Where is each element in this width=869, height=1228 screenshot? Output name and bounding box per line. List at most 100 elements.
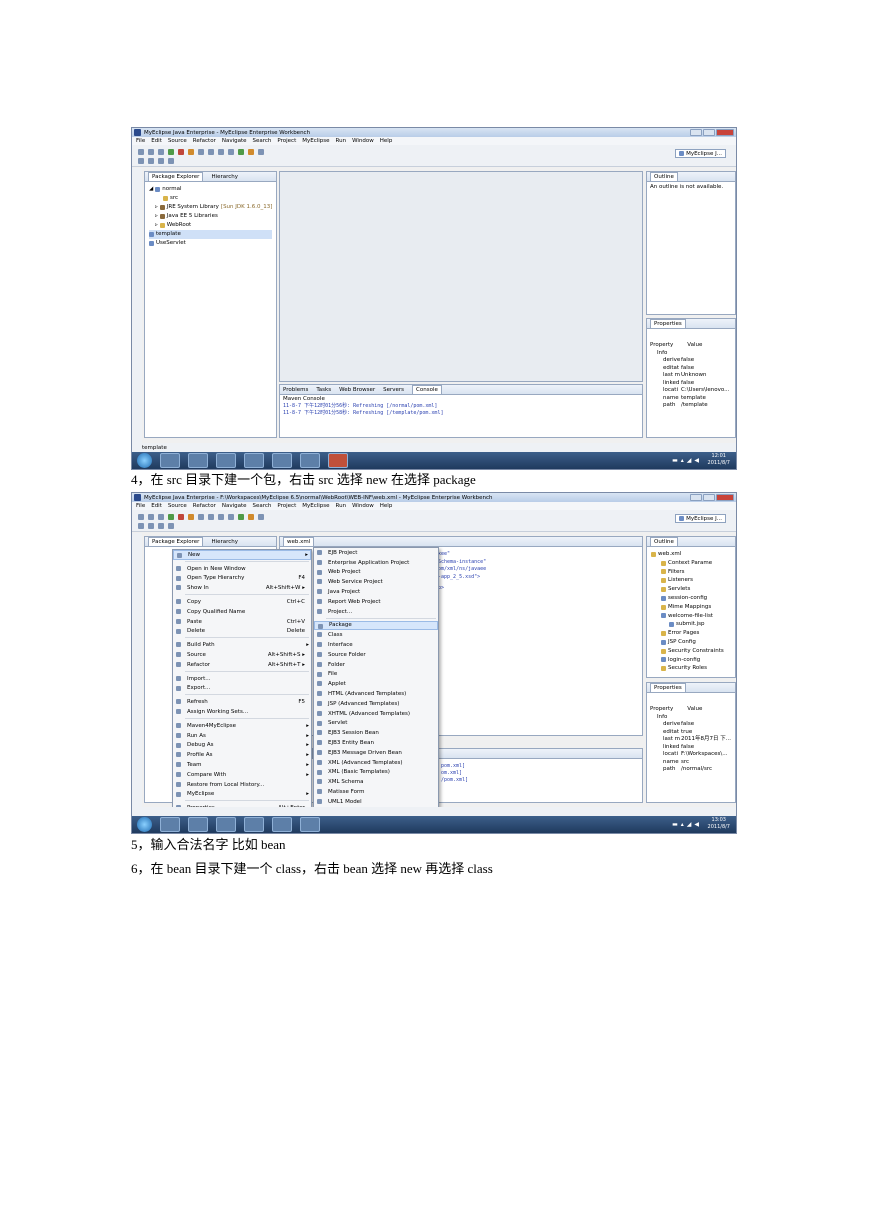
menu-item-java-project[interactable]: Java Project <box>314 587 438 597</box>
menu-item-xml-basic-templates[interactable]: XML (Basic Templates) <box>314 768 438 778</box>
menu-window[interactable]: Window <box>352 138 374 144</box>
menu-item-file[interactable]: File <box>314 670 438 680</box>
menu-item-xml-schema[interactable]: XML Schema <box>314 777 438 787</box>
debug-icon[interactable] <box>178 149 184 155</box>
menu-item-assign-working-sets[interactable]: Assign Working Sets... <box>173 707 311 717</box>
app-taskbar-icon[interactable] <box>272 817 292 832</box>
menu-source[interactable]: Source <box>168 503 187 509</box>
deploy-icon[interactable] <box>188 149 194 155</box>
close-button[interactable] <box>716 129 734 136</box>
server-icon[interactable] <box>198 149 204 155</box>
explorer-taskbar-icon[interactable] <box>188 817 208 832</box>
external-tools-icon[interactable] <box>248 514 254 520</box>
tree-item-webroot[interactable]: ▹ WebRoot <box>149 221 272 230</box>
tree-item-javaee[interactable]: ▹ Java EE 5 Libraries <box>149 212 272 221</box>
menu-item-xhtml-advanced-templates[interactable]: XHTML (Advanced Templates) <box>314 709 438 719</box>
outline-item[interactable]: Context Parame <box>651 559 731 568</box>
menu-item-web-project[interactable]: Web Project <box>314 568 438 578</box>
menu-navigate[interactable]: Navigate <box>222 503 247 509</box>
tree-item-src[interactable]: src <box>149 194 272 203</box>
menu-item-package[interactable]: Package <box>314 620 438 631</box>
menu-item-refactor[interactable]: Refactor Alt+Shift+T ▸ <box>173 660 311 670</box>
menu-item-ejb3-entity-bean[interactable]: EJB3 Entity Bean <box>314 738 438 748</box>
menu-item-web-service-project[interactable]: Web Service Project <box>314 577 438 587</box>
outline-item[interactable]: Filters <box>651 568 731 577</box>
new-class-icon[interactable] <box>218 149 224 155</box>
tab-outline[interactable]: Outline <box>650 172 678 181</box>
menu-item-open-in-new-window[interactable]: Open in New Window <box>173 564 311 574</box>
perspective-switcher[interactable]: MyEclipse J... <box>675 149 726 158</box>
menu-item-enterprise-application-project[interactable]: Enterprise Application Project <box>314 558 438 568</box>
run-icon[interactable] <box>168 149 174 155</box>
menu-item-team[interactable]: Team ▸ <box>173 760 311 770</box>
outline-item[interactable]: session-config <box>651 594 731 603</box>
tab-outline[interactable]: Outline <box>650 537 678 546</box>
maximize-button[interactable] <box>703 129 715 136</box>
menu-item-html-advanced-templates[interactable]: HTML (Advanced Templates) <box>314 689 438 699</box>
outline-item[interactable]: login-config <box>651 656 731 665</box>
server-icon[interactable] <box>198 514 204 520</box>
word-taskbar-icon[interactable] <box>216 453 236 468</box>
menu-item-copy[interactable]: Copy Ctrl+C <box>173 597 311 607</box>
new-class-icon[interactable] <box>218 514 224 520</box>
outline-item[interactable]: Error Pages <box>651 629 731 638</box>
menu-help[interactable]: Help <box>380 503 393 509</box>
save-icon[interactable] <box>148 514 154 520</box>
tab-web-browser[interactable]: Web Browser <box>339 387 375 393</box>
menu-project[interactable]: Project <box>277 138 296 144</box>
menu-item-ejb-project[interactable]: EJB Project <box>314 548 438 558</box>
start-button[interactable] <box>137 817 152 832</box>
menu-item-restore-from-local-history[interactable]: Restore from Local History... <box>173 780 311 790</box>
menu-help[interactable]: Help <box>380 138 393 144</box>
tab-package-explorer[interactable]: Package Explorer <box>148 537 204 546</box>
new-icon[interactable] <box>138 514 144 520</box>
open-type-icon[interactable] <box>228 514 234 520</box>
outline-item[interactable]: submit.jsp <box>651 620 731 629</box>
run-last-icon[interactable] <box>238 149 244 155</box>
tab-web-xml[interactable]: web.xml <box>283 537 315 546</box>
menu-edit[interactable]: Edit <box>151 503 162 509</box>
menu-myeclipse[interactable]: MyEclipse <box>302 138 329 144</box>
back-icon[interactable] <box>158 158 164 164</box>
minimize-button[interactable] <box>690 494 702 501</box>
menu-project[interactable]: Project <box>277 503 296 509</box>
tab-hierarchy[interactable]: Hierarchy <box>211 539 238 545</box>
menu-item-class[interactable]: Class <box>314 630 438 640</box>
tab-tasks[interactable]: Tasks <box>316 387 331 393</box>
previous-annotation-icon[interactable] <box>148 523 154 529</box>
minimize-button[interactable] <box>690 129 702 136</box>
menu-item-source[interactable]: Source Alt+Shift+S ▸ <box>173 650 311 660</box>
search-icon[interactable] <box>258 149 264 155</box>
menu-item-applet[interactable]: Applet <box>314 679 438 689</box>
app-taskbar-icon[interactable] <box>300 453 320 468</box>
app-taskbar-icon[interactable] <box>272 453 292 468</box>
debug-icon[interactable] <box>178 514 184 520</box>
menu-item-jsp-advanced-templates[interactable]: JSP (Advanced Templates) <box>314 699 438 709</box>
menu-search[interactable]: Search <box>253 503 272 509</box>
system-tray-icons[interactable]: ▬▴◢◀ <box>672 457 702 464</box>
menu-item-myeclipse[interactable]: MyEclipse ▸ <box>173 790 311 800</box>
tree-item-normal[interactable]: ◢ normal <box>149 185 272 194</box>
new-icon[interactable] <box>138 149 144 155</box>
word-taskbar-icon[interactable] <box>216 817 236 832</box>
close-button[interactable] <box>716 494 734 501</box>
menu-search[interactable]: Search <box>253 138 272 144</box>
menu-source[interactable]: Source <box>168 138 187 144</box>
tree-item-jre[interactable]: ▹ JRE System Library [Sun JDK 1.6.0_13] <box>149 203 272 212</box>
menu-refactor[interactable]: Refactor <box>193 503 216 509</box>
menu-item-export[interactable]: Export... <box>173 684 311 694</box>
open-type-icon[interactable] <box>228 149 234 155</box>
tab-servers[interactable]: Servers <box>383 387 404 393</box>
menu-item-import[interactable]: Import... <box>173 674 311 684</box>
outline-item[interactable]: web.xml <box>651 550 731 559</box>
previous-annotation-icon[interactable] <box>148 158 154 164</box>
menu-item-profile-as[interactable]: Profile As ▸ <box>173 750 311 760</box>
tab-console[interactable]: Console <box>412 385 442 394</box>
outline-item[interactable]: Listeners <box>651 576 731 585</box>
menu-file[interactable]: File <box>136 503 145 509</box>
new-package-icon[interactable] <box>208 514 214 520</box>
menu-item-compare-with[interactable]: Compare With ▸ <box>173 770 311 780</box>
tab-hierarchy[interactable]: Hierarchy <box>211 174 238 180</box>
menu-file[interactable]: File <box>136 138 145 144</box>
outline-item[interactable]: Security Roles <box>651 664 731 673</box>
